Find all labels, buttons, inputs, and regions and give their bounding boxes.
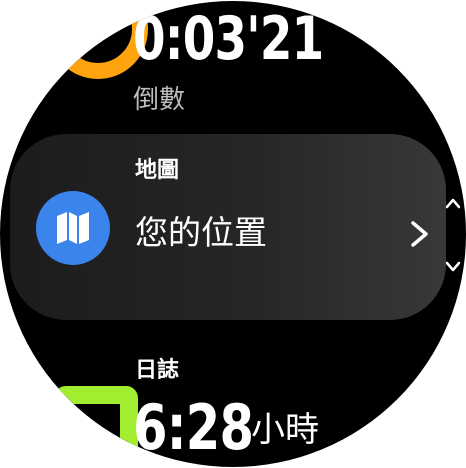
chevron-up-icon[interactable] — [445, 194, 461, 213]
map-card[interactable]: 地圖 您的位置 — [10, 134, 446, 320]
map-card-title: 地圖 — [135, 158, 180, 183]
watch-screen: 0:03'21 倒數 地圖 您的位置 日誌 6:28 小時 — [0, 1, 466, 467]
log-ring — [54, 386, 138, 467]
countdown-value: 0:03'21 — [133, 4, 324, 74]
chevron-right-icon — [408, 220, 432, 252]
chevron-down-icon[interactable] — [445, 258, 461, 277]
log-title: 日誌 — [135, 358, 180, 383]
log-unit: 小時 — [251, 410, 319, 450]
map-icon — [36, 191, 110, 265]
log-value: 6:28 — [133, 391, 254, 464]
countdown-label: 倒數 — [133, 85, 186, 115]
map-card-location: 您的位置 — [135, 213, 267, 252]
